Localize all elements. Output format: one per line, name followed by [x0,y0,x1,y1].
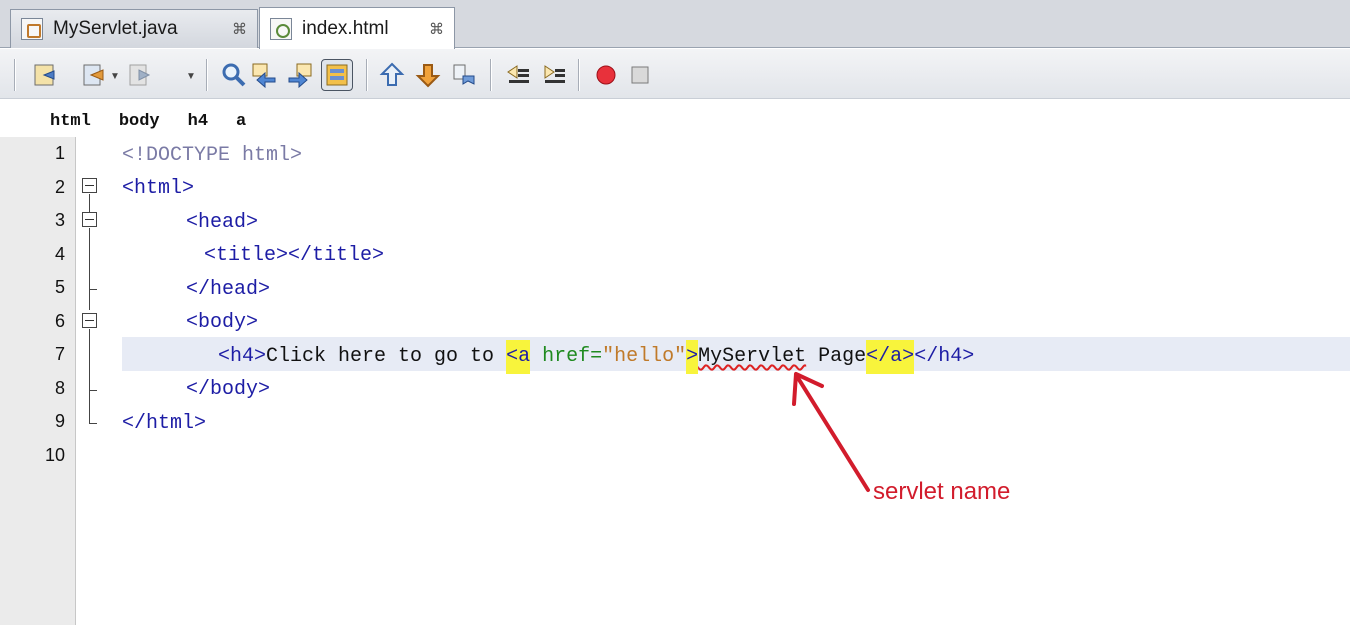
fold-end [89,390,97,391]
anchor-open-tag: <a [506,340,531,374]
toolbar-separator [206,59,208,91]
last-edit-icon[interactable] [80,61,108,89]
fold-guide [89,228,90,310]
toolbar-separator [490,59,492,91]
href-value: "hello" [602,345,687,368]
shift-left-icon[interactable] [504,61,532,89]
code-line-3: <head> [186,211,259,234]
breadcrumb-item[interactable]: h4 [188,112,208,131]
annotation-arrow [792,372,870,492]
toolbar-separator [14,59,16,91]
code-line-2: <html> [122,177,195,200]
forward-icon[interactable] [126,61,154,89]
html-file-icon [270,17,292,40]
find-selection-icon[interactable] [220,61,248,89]
code-line-9: </html> [122,412,207,435]
code-line-1: <!DOCTYPE html> [122,144,303,167]
breadcrumb-item[interactable]: a [236,112,246,131]
line-number: 2 [54,177,65,197]
editor-toolbar: ▼ ▼ [0,49,1350,99]
fold-guide [89,329,90,423]
code-editor[interactable]: <!DOCTYPE html> <html> <head> <title></t… [122,137,1350,625]
line-number: 5 [54,277,65,297]
editor-tab-bar: MyServlet.java ⌘ index.html ⌘ [0,0,1350,49]
line-number: 7 [54,344,65,364]
code-line-4: <title></title> [204,244,385,267]
next-bookmark-icon[interactable] [414,61,442,89]
tab-close-icon[interactable]: ⌘ [429,20,444,38]
fold-end [89,423,97,424]
java-file-icon [21,18,43,40]
find-next-icon[interactable] [286,61,314,89]
line-number: 4 [54,244,65,264]
shift-right-icon[interactable] [540,61,568,89]
toolbar-separator [578,59,580,91]
line-number: 3 [54,210,65,230]
tab-index-html[interactable]: index.html ⌘ [259,7,455,49]
fold-end [89,289,97,290]
find-previous-icon[interactable] [250,61,278,89]
breadcrumb: html body h4 a [0,107,1350,135]
line-number: 6 [54,311,65,331]
line-number-gutter: 1 2 3 4 5 6 7 8 9 10 [0,137,76,625]
toolbar-separator [366,59,368,91]
previous-bookmark-icon[interactable] [378,61,406,89]
code-line-8: </body> [186,378,271,401]
tab-close-icon[interactable]: ⌘ [232,20,247,38]
back-in-history-icon[interactable] [32,61,60,89]
annotation-label: servlet name [873,478,1011,505]
line-number: 9 [54,411,65,431]
tab-myservlet-java[interactable]: MyServlet.java ⌘ [10,9,258,48]
fold-guide [89,194,90,212]
line-number: 10 [44,445,65,465]
fold-toggle-icon[interactable] [82,178,97,193]
breadcrumb-item[interactable]: body [119,112,160,131]
toggle-bookmark-icon[interactable] [450,61,478,89]
chevron-down-icon[interactable]: ▼ [186,71,196,82]
chevron-down-icon[interactable]: ▼ [110,71,120,82]
line-number: 1 [54,143,65,163]
toggle-highlight-search-icon[interactable] [321,59,353,91]
tab-label: MyServlet.java [53,18,178,39]
code-line-6: <body> [186,311,259,334]
code-line-5: </head> [186,278,271,301]
fold-toggle-icon[interactable] [82,212,97,227]
line-number: 8 [54,378,65,398]
href-attribute: href= [530,345,603,368]
stop-macro-recording-icon[interactable] [626,61,654,89]
start-macro-recording-icon[interactable] [592,61,620,89]
fold-toggle-icon[interactable] [82,313,97,328]
breadcrumb-item[interactable]: html [50,112,91,131]
tab-label: index.html [302,17,389,39]
